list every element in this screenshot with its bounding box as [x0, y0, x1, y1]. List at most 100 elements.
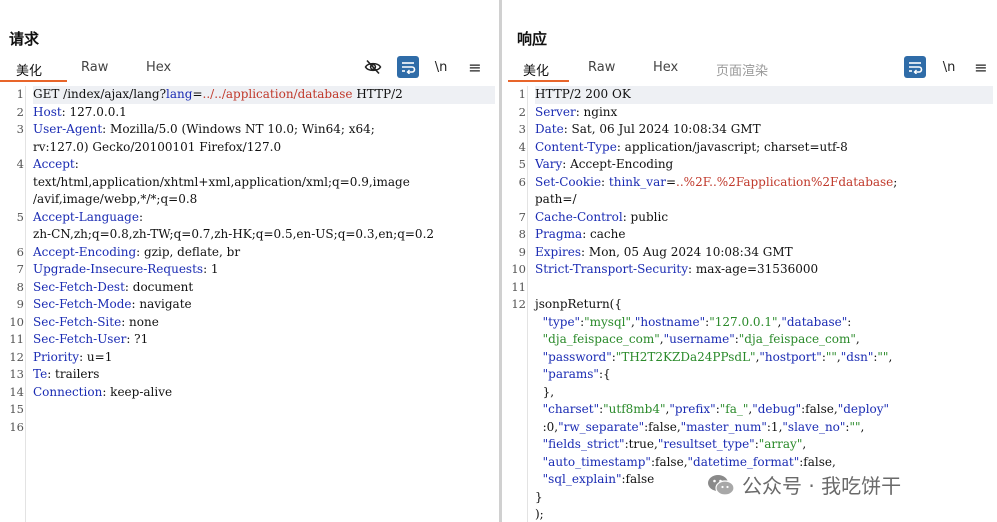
- response-pane: 响应 美化 Raw Hex 页面渲染 \n ≡ 1 HTTP/2 200 OK 2 S…: [502, 0, 997, 522]
- line-number: 5: [518, 157, 526, 171]
- json-token: "slave_no": [782, 419, 846, 434]
- code-continuation: zh-CN,zh;q=0.8,zh-TW;q=0.7,zh-HK;q=0.5,e…: [33, 227, 435, 241]
- code-line: 8 Pragma: cache: [519, 226, 993, 244]
- show-newlines-button[interactable]: \n: [938, 56, 960, 78]
- code-line: 16: [9, 419, 495, 437]
- json-token: "": [825, 349, 837, 364]
- json-token: }: [535, 489, 543, 504]
- response-code: 1 HTTP/2 200 OK 2 Server: nginx 3 Date: Sat, …: [511, 86, 993, 522]
- code-token: :: [601, 174, 609, 189]
- line-number: 11: [9, 332, 24, 346]
- line-number: 16: [9, 419, 24, 434]
- code-token: : none: [121, 314, 159, 329]
- menu-button[interactable]: ≡: [464, 56, 486, 78]
- tab-raw[interactable]: Raw: [81, 60, 108, 75]
- json-token: "mysql": [584, 314, 631, 329]
- tab-hex[interactable]: Hex: [146, 60, 171, 75]
- json-token: "type": [542, 314, 581, 329]
- show-newlines-button[interactable]: \n: [430, 56, 452, 78]
- json-token: "hostport": [759, 349, 822, 364]
- code-token: Sec-Fetch-User: [33, 332, 127, 346]
- code-token: GET /index/ajax/lang?: [33, 87, 167, 101]
- code-line: 14 Connection: keep-alive: [9, 384, 495, 402]
- code-line: 4 Accept: text/html,application/xhtml+xml,…: [17, 156, 495, 209]
- wrap-lines-button[interactable]: [904, 56, 926, 78]
- wrap-lines-button[interactable]: [397, 56, 419, 78]
- code-line: 4 Content-Type: application/javascript; c…: [519, 139, 993, 157]
- code-line: 2 Server: nginx: [519, 104, 993, 122]
- request-editor[interactable]: 1 GET /index/ajax/lang?lang=../../applica…: [0, 86, 499, 522]
- json-token: "": [877, 349, 889, 364]
- code-line: 5 Accept-Language: zh-CN,zh;q=0.8,zh-TW;q=…: [17, 209, 495, 244]
- json-token: "params": [542, 367, 599, 381]
- code-line: 9 Sec-Fetch-Mode: navigate: [17, 296, 495, 314]
- line-number: 12: [9, 349, 24, 364]
- tab-render[interactable]: 页面渲染: [716, 60, 768, 79]
- request-code: 1 GET /index/ajax/lang?lang=../../applica…: [9, 86, 495, 437]
- line-number: 8: [518, 227, 526, 241]
- code-token: : trailers: [47, 367, 100, 381]
- json-token: "database": [781, 314, 848, 329]
- json-token: :0,: [535, 419, 559, 434]
- code-token: think_var: [608, 174, 666, 189]
- code-continuation: /avif,image/webp,*/*;q=0.8: [33, 192, 198, 206]
- code-token: : Accept-Encoding: [562, 157, 674, 171]
- json-token: :1,: [766, 419, 783, 434]
- tab-raw[interactable]: Raw: [588, 60, 615, 75]
- active-tab-indicator: [0, 80, 67, 82]
- code-token: jsonpReturn({: [535, 297, 622, 311]
- active-tab-indicator: [508, 80, 569, 82]
- code-token: : cache: [582, 227, 626, 241]
- code-line: 7 Upgrade-Insecure-Requests: 1: [17, 261, 495, 279]
- json-line: "password":"TH2T2KZDa24PPsdL","hostport"…: [535, 349, 993, 367]
- line-number: 9: [16, 297, 24, 311]
- json-token: "dja_feispace_com": [738, 332, 856, 346]
- tab-hex[interactable]: Hex: [653, 60, 678, 75]
- json-token: "sql_explain": [542, 472, 622, 486]
- menu-button[interactable]: ≡: [970, 56, 992, 78]
- json-token: "hostname": [634, 314, 706, 329]
- json-token: "rw_separate": [558, 419, 645, 434]
- wrap-lines-icon: [909, 62, 923, 74]
- response-editor[interactable]: 1 HTTP/2 200 OK 2 Server: nginx 3 Date: Sat, …: [502, 86, 997, 522]
- code-token: : 127.0.0.1: [61, 104, 127, 119]
- json-token: :false,: [799, 454, 836, 469]
- wechat-logo-icon: [708, 474, 735, 496]
- code-token: Accept-Language: [33, 209, 139, 224]
- json-token: "auto_timestamp": [542, 454, 651, 469]
- code-token: Content-Type: [535, 139, 617, 154]
- line-number: 3: [16, 122, 24, 136]
- code-token: Te: [33, 367, 48, 381]
- code-continuation: rv:127.0) Gecko/20100101 Firefox/127.0: [33, 139, 282, 154]
- code-token: : Mozilla/5.0 (Windows NT 10.0; Win64; x…: [102, 122, 375, 136]
- json-token: :: [847, 314, 852, 329]
- code-token: =: [665, 174, 677, 189]
- hide-nonprintable-button[interactable]: [362, 56, 384, 78]
- line-number: 7: [518, 209, 526, 224]
- json-token: "array": [758, 437, 803, 451]
- line-number: 1: [518, 87, 526, 101]
- code-token: Priority: [33, 349, 80, 364]
- code-token: Set-Cookie: [535, 174, 602, 189]
- code-line: 10 Strict-Transport-Security: max-age=315…: [511, 261, 993, 279]
- json-token: :false,: [650, 454, 688, 469]
- code-token: User-Agent: [33, 122, 103, 136]
- code-token: Vary: [535, 157, 563, 171]
- tab-pretty[interactable]: 美化: [523, 60, 549, 79]
- line-number: 5: [16, 209, 24, 224]
- json-token: "127.0.0.1": [709, 314, 778, 329]
- code-token: Cache-Control: [535, 209, 623, 224]
- code-line: 5 Vary: Accept-Encoding: [519, 156, 993, 174]
- json-token: "deploy": [837, 402, 890, 416]
- code-token: : ?1: [126, 332, 149, 346]
- json-line: :0,"rw_separate":false,"master_num":1,"s…: [535, 419, 993, 437]
- code-token: HTTP/2: [352, 87, 403, 101]
- code-line: 6 Accept-Encoding: gzip, deflate, br: [17, 244, 495, 262]
- code-token: ../../application/database: [202, 87, 353, 101]
- code-token: Strict-Transport-Security: [535, 262, 689, 276]
- tab-pretty[interactable]: 美化: [16, 60, 42, 79]
- request-title: 请求: [9, 30, 40, 48]
